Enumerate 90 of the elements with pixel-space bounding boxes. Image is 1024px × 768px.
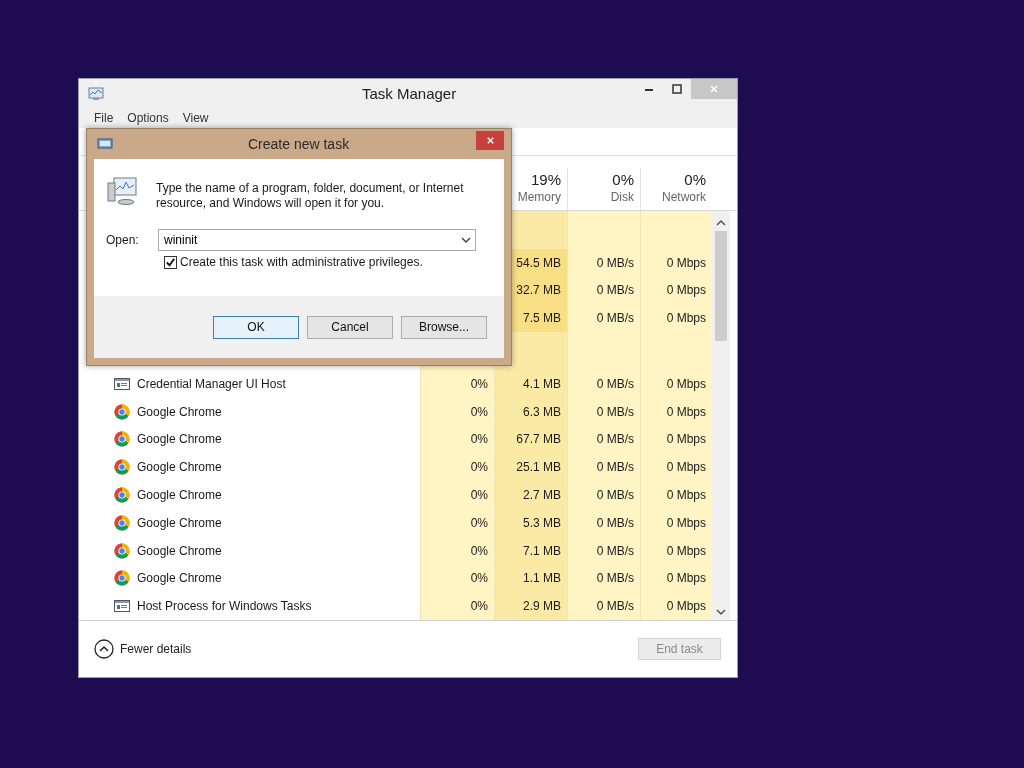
- table-cell: 0 Mbps: [640, 592, 712, 620]
- dropdown-icon[interactable]: [461, 236, 471, 244]
- table-cell: 0 Mbps: [640, 536, 712, 565]
- process-name: Credential Manager UI Host: [137, 376, 286, 391]
- menu-item[interactable]: View: [175, 111, 216, 125]
- fewer-details-link[interactable]: Fewer details: [94, 639, 192, 659]
- monitor-icon: [88, 85, 104, 102]
- table-cell: 0 Mbps: [640, 508, 712, 537]
- table-cell: 0%: [420, 397, 494, 426]
- window-icon: [97, 138, 113, 150]
- scroll-up-icon[interactable]: [716, 219, 726, 227]
- table-cell: 0 Mbps: [640, 248, 712, 277]
- scrollbar[interactable]: [712, 211, 730, 620]
- table-cell: 6.3 MB: [494, 397, 567, 426]
- table-cell: 0 Mbps: [640, 304, 712, 333]
- close-icon: [709, 84, 719, 94]
- menu-item[interactable]: Options: [120, 111, 176, 125]
- table-cell: 0%: [420, 508, 494, 537]
- table-cell: 1.1 MB: [494, 564, 567, 593]
- process-name: Google Chrome: [137, 432, 222, 447]
- table-cell: 2.7 MB: [494, 481, 567, 509]
- admin-checkbox[interactable]: [164, 255, 177, 269]
- chrome-icon: [114, 542, 130, 559]
- dialog-button[interactable]: Browse...: [401, 315, 487, 339]
- process-name: Google Chrome: [137, 515, 222, 530]
- open-label: Open:: [106, 233, 140, 247]
- table-cell: 25.1 MB: [494, 453, 567, 481]
- chrome-icon: [114, 514, 130, 531]
- process-name: Google Chrome: [137, 571, 222, 586]
- table-cell: 0 Mbps: [640, 481, 712, 509]
- table-cell: 0 MB/s: [567, 592, 640, 620]
- scrollbar-thumb[interactable]: [715, 231, 727, 341]
- table-cell: 0 Mbps: [640, 397, 712, 426]
- window-icon: [114, 598, 130, 615]
- computer-icon: [106, 175, 138, 207]
- table-cell: 0 MB/s: [567, 508, 640, 537]
- table-cell: 0%: [420, 481, 494, 509]
- menu-item[interactable]: File: [87, 111, 121, 125]
- window-title: Task Manager: [362, 85, 457, 102]
- table-cell: 0%: [420, 453, 494, 481]
- scroll-down-icon[interactable]: [716, 608, 726, 616]
- dialog-title: Create new task: [248, 136, 350, 152]
- table-cell: 2.9 MB: [494, 592, 567, 620]
- table-cell: 0 MB/s: [567, 397, 640, 426]
- window-icon: [114, 375, 130, 392]
- table-cell: 0 MB/s: [567, 276, 640, 305]
- chrome-icon: [114, 431, 130, 448]
- table-cell: 0 MB/s: [567, 425, 640, 454]
- table-cell: 0 MB/s: [567, 453, 640, 481]
- column-header[interactable]: 0% Network: [640, 168, 712, 210]
- column-header[interactable]: 0% Disk: [567, 168, 640, 210]
- process-name: Google Chrome: [137, 487, 222, 502]
- close-button[interactable]: [476, 131, 504, 150]
- table-cell: 0 Mbps: [640, 369, 712, 398]
- table-cell: 5.3 MB: [494, 508, 567, 537]
- table-cell: 0 Mbps: [640, 453, 712, 481]
- checkbox-label: Create this task with administrative privileges.: [180, 255, 423, 269]
- table-cell: 0 MB/s: [567, 481, 640, 509]
- table-cell: 0 MB/s: [567, 369, 640, 398]
- table-cell: 7.1 MB: [494, 536, 567, 565]
- chrome-icon: [114, 570, 130, 587]
- close-icon: [485, 136, 495, 145]
- maximize-icon: [672, 84, 682, 94]
- table-cell: 0%: [420, 369, 494, 398]
- process-name: Google Chrome: [137, 404, 222, 419]
- table-cell: 0%: [420, 425, 494, 454]
- table-cell: 0 MB/s: [567, 564, 640, 593]
- collapse-icon: [94, 639, 114, 659]
- open-field[interactable]: wininit: [158, 229, 476, 251]
- table-cell: [640, 211, 712, 249]
- chrome-icon: [114, 459, 130, 476]
- table-cell: 0%: [420, 592, 494, 620]
- table-cell: 0 Mbps: [640, 425, 712, 454]
- chrome-icon: [114, 486, 130, 503]
- table-cell: 0 Mbps: [640, 564, 712, 593]
- dialog-message: Type the name of a program, folder, document, or Internet resource, and Windows will open it for you.: [156, 181, 465, 211]
- table-cell: 4.1 MB: [494, 369, 567, 398]
- table-cell: 0 MB/s: [567, 304, 640, 333]
- table-cell: 0 MB/s: [567, 248, 640, 277]
- process-name: Google Chrome: [137, 460, 222, 475]
- table-cell: 67.7 MB: [494, 425, 567, 454]
- process-name: Google Chrome: [137, 543, 222, 558]
- table-cell: 0%: [420, 564, 494, 593]
- dialog-button[interactable]: Cancel: [307, 315, 393, 339]
- chrome-icon: [114, 403, 130, 420]
- table-cell: 0%: [420, 536, 494, 565]
- table-cell: 0 MB/s: [567, 536, 640, 565]
- process-name: Host Process for Windows Tasks: [137, 599, 312, 614]
- table-cell: 0 Mbps: [640, 276, 712, 305]
- dialog-button[interactable]: OK: [213, 315, 299, 339]
